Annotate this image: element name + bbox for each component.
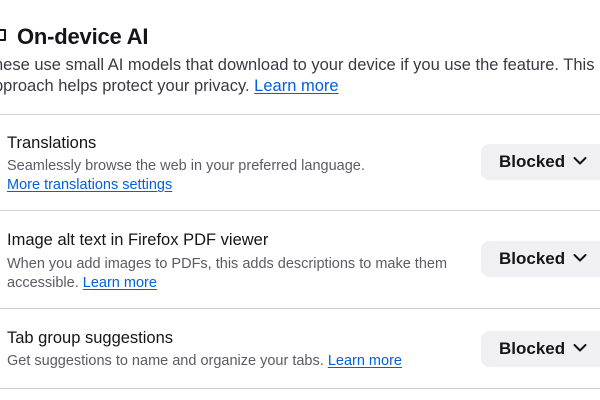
dropdown-selected-value: Blocked [499,152,566,171]
feature-row-image-alt-text: Image alt text in Firefox PDF viewer Whe… [0,210,600,308]
feature-title: Tab group suggestions [7,329,174,347]
chat-bubble-icon [0,29,6,41]
feature-description-line: Get suggestions to name and organize you… [7,352,402,371]
section-description-line1: hese use small AI models that download t… [0,56,595,74]
image-alt-text-status-dropdown[interactable]: Blocked [481,241,600,277]
section-description-line2-text: pproach helps protect your privacy. [0,77,250,95]
section-learn-more-link[interactable]: Learn more [254,77,338,95]
section-header: On-device AI [0,22,600,56]
feature-description: When you add images to PDFs, this adds d… [7,255,447,293]
section-title: On-device AI [17,24,149,49]
chevron-down-icon [573,157,587,165]
tab-group-learn-more-link[interactable]: Learn more [328,353,402,369]
feature-row-tab-group-suggestions: Tab group suggestions Get suggestions to… [0,308,600,388]
dropdown-selected-value: Blocked [499,339,566,358]
section-description-line2: pproach helps protect your privacy. Lear… [0,76,600,97]
chevron-down-icon [573,254,587,262]
feature-description-text: Seamlessly browse the web in your prefer… [7,158,365,174]
section-description: hese use small AI models that download t… [0,55,600,97]
translations-status-dropdown[interactable]: Blocked [481,144,600,180]
feature-description: Seamlessly browse the web in your prefer… [7,157,365,195]
feature-description-line2-text: accessible. [7,275,79,291]
feature-description-text: Get suggestions to name and organize you… [7,353,324,369]
feature-title: Image alt text in Firefox PDF viewer [7,231,269,249]
settings-page: On-device AI hese use small AI models th… [0,0,600,400]
dropdown-selected-value: Blocked [499,249,566,268]
feature-description-line2: accessible. Learn more [7,274,447,293]
feature-row-translations: Translations Seamlessly browse the web i… [0,114,600,210]
feature-description-line1: When you add images to PDFs, this adds d… [7,256,448,272]
tab-group-status-dropdown[interactable]: Blocked [481,331,600,367]
feature-title: Translations [7,134,97,152]
chevron-down-icon [573,344,587,352]
divider [0,388,600,389]
more-translations-settings-link[interactable]: More translations settings [7,176,365,195]
feature-description: Get suggestions to name and organize you… [7,352,402,371]
image-alt-text-learn-more-link[interactable]: Learn more [83,275,157,291]
